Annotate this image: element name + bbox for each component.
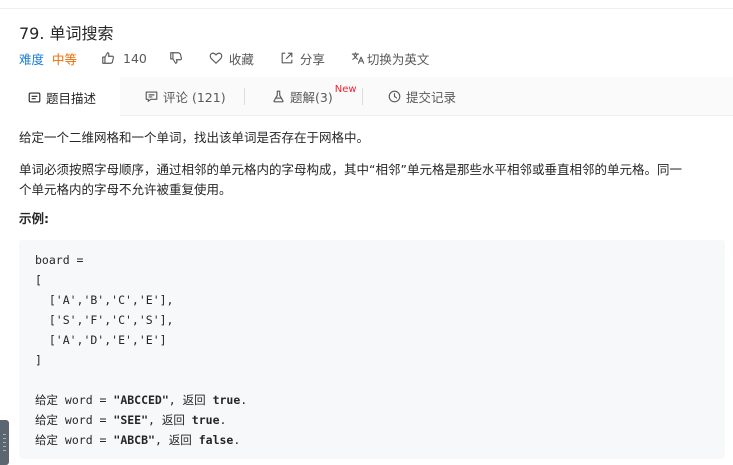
clock-icon [388, 90, 401, 103]
code-text: , 返回 [148, 413, 192, 427]
code-line: ['A','D','E','E'] [35, 333, 167, 347]
tab-submissions-label: 提交记录 [406, 90, 457, 105]
code-text: 给定 word = [35, 433, 114, 447]
thumbs-up-icon [102, 52, 115, 64]
code-word: "SEE" [113, 413, 149, 427]
problem-meta-bar: 难度 中等 140 收藏 分享 切换为英文 [19, 49, 429, 67]
code-result: true [191, 413, 220, 427]
tab-separator [362, 88, 363, 105]
difficulty-label: 难度 [19, 51, 45, 67]
translate-icon [351, 52, 365, 64]
share-label: 分享 [299, 51, 325, 67]
code-line: ['A','B','C','E'], [35, 293, 174, 307]
top-divider [0, 8, 733, 9]
side-drag-handle[interactable] [0, 420, 9, 465]
flask-icon [273, 90, 284, 103]
tab-comments[interactable]: 评论 (121) [145, 77, 226, 116]
problem-tab-bar: 题目描述 评论 (121) 题解(3) New 提交记录 [0, 77, 733, 117]
code-text: , 返回 [154, 433, 199, 447]
problem-page: 79. 单词搜索 难度 中等 140 收藏 分享 切换为英文 题目描述 评论 (… [0, 0, 733, 465]
tab-submissions[interactable]: 提交记录 [388, 77, 456, 116]
description-line: 单词必须按照字母顺序，通过相邻的单元格内的字母构成，其中“相邻”单元格是那些水平… [19, 162, 682, 177]
difficulty-value: 中等 [52, 51, 78, 67]
description-icon [28, 91, 41, 103]
code-text: . [233, 433, 241, 447]
switch-language-label: 切换为英文 [366, 51, 430, 67]
like-count: 140 [123, 50, 147, 66]
favorite-button[interactable]: 收藏 [209, 49, 254, 68]
grip-line [3, 450, 6, 451]
code-word: "ABCCED" [113, 393, 169, 407]
tab-separator [244, 88, 245, 105]
grip-line [3, 434, 6, 435]
code-line: ] [35, 353, 42, 367]
code-line: [ [35, 273, 42, 287]
dislike-button[interactable] [169, 51, 183, 65]
share-button[interactable]: 分享 [280, 49, 325, 68]
share-icon [281, 52, 293, 64]
thumbs-down-icon [170, 52, 182, 64]
code-line-example-3: 给定 word = "ABCB", 返回 false. [35, 430, 247, 450]
code-text: . [219, 413, 227, 427]
favorite-label: 收藏 [228, 51, 254, 67]
example-heading: 示例: [19, 211, 49, 226]
code-line: ['S','F','C','S'], [35, 313, 174, 327]
tab-description-label: 题目描述 [46, 90, 97, 106]
grip-line [3, 438, 6, 439]
code-result: false [198, 433, 234, 447]
like-button[interactable]: 140 [101, 51, 147, 66]
new-badge: New [334, 84, 357, 95]
code-result: true [212, 393, 241, 407]
grip-line [3, 446, 6, 447]
description-paragraph-2: 单词必须按照字母顺序，通过相邻的单元格内的字母构成，其中“相邻”单元格是那些水平… [19, 160, 719, 200]
problem-title: 79. 单词搜索 [19, 24, 114, 43]
code-text: 给定 word = [35, 393, 114, 407]
switch-language-button[interactable]: 切换为英文 [351, 49, 430, 68]
description-line: 个单元格内的字母不允许被重复使用。 [19, 182, 232, 197]
example-code: board = [ ['A','B','C','E'], ['S','F','C'… [35, 250, 247, 450]
description-paragraph-1: 给定一个二维网格和一个单词，找出该单词是否存在于网格中。 [19, 130, 370, 145]
comment-icon [145, 91, 158, 102]
code-text: , 返回 [168, 393, 213, 407]
code-line-example-2: 给定 word = "SEE", 返回 true. [35, 410, 247, 430]
code-text: . [240, 393, 248, 407]
code-line: board = [35, 253, 84, 267]
code-text: 给定 word = [35, 413, 114, 427]
code-line-example-1: 给定 word = "ABCCED", 返回 true. [35, 390, 247, 410]
code-word: "ABCB" [113, 433, 155, 447]
heart-icon [209, 52, 223, 64]
grip-line [3, 442, 6, 443]
example-code-block: board = [ ['A','B','C','E'], ['S','F','C'… [19, 240, 725, 459]
tab-solutions[interactable]: 题解(3) New [272, 77, 357, 116]
tab-description[interactable]: 题目描述 [0, 77, 120, 117]
tab-solutions-label: 题解(3) [290, 90, 333, 105]
tab-comments-label: 评论 (121) [163, 90, 226, 105]
